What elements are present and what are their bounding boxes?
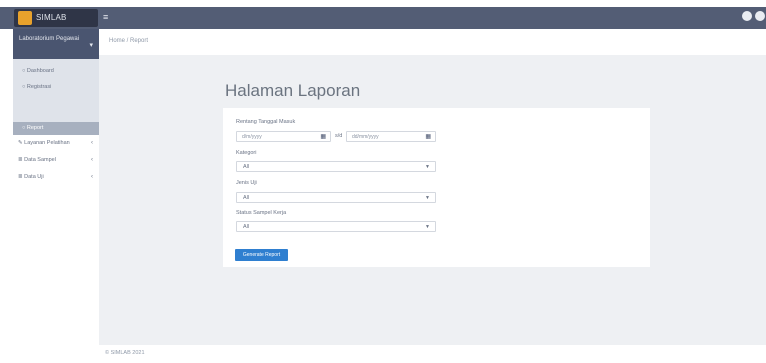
brand-logo-icon (18, 11, 32, 25)
jenis-uji-label: Jenis Uji (236, 180, 257, 186)
settings-icon[interactable] (742, 11, 752, 21)
brand[interactable]: SIMLAB (14, 9, 98, 27)
status-value: All (243, 224, 250, 230)
user-icon[interactable] (755, 11, 765, 21)
kategori-label: Kategori (236, 150, 257, 156)
calendar-icon[interactable]: ▦ (320, 133, 326, 141)
sidebar-subitem-label: Report (26, 125, 44, 131)
sidebar-item-label: Data Uji (24, 174, 44, 180)
sidebar-subitem-dashboard[interactable]: ○ Dashboard (13, 65, 99, 78)
brand-label: SIMLAB (36, 13, 67, 22)
top-navbar: SIMLAB ≡ (0, 7, 766, 29)
date-range-separator: s/d (335, 133, 343, 139)
app-root: SIMLAB ≡ Laboratorium Pegawai ▾ ○ Dashbo… (0, 0, 766, 363)
chevron-left-icon: ‹ (91, 140, 93, 146)
chevron-left-icon: ‹ (91, 157, 93, 163)
jenis-uji-select[interactable]: All ▼ (236, 192, 436, 203)
jenis-uji-value: All (243, 195, 250, 201)
kategori-select[interactable]: All ▼ (236, 161, 436, 172)
status-label: Status Sampel Kerja (236, 210, 287, 216)
footer-text: © SIMLAB 2021 (105, 350, 145, 356)
generate-report-button[interactable]: Generate Report (235, 249, 288, 261)
main-content: Home / Report Halaman Laporan Rentang Ta… (99, 29, 766, 345)
chevron-down-icon: ▼ (425, 195, 430, 201)
list-icon: ≣ (18, 157, 23, 163)
sidebar-subitem-label: Dashboard (26, 68, 54, 74)
sidebar-item-label: Layanan Pelatihan (24, 140, 70, 146)
date-range-label: Rentang Tanggal Masuk (236, 119, 296, 125)
sidebar-item-data-uji[interactable]: ≣ Data Uji ‹ (13, 170, 99, 184)
kategori-value: All (243, 164, 250, 170)
pencil-icon: ✎ (18, 140, 23, 146)
sidebar-item-layanan[interactable]: ✎ Layanan Pelatihan ‹ (13, 136, 99, 150)
date-from-placeholder: d/m/yyyy (242, 134, 262, 140)
date-to-placeholder: dd/mm/yyyy (352, 134, 379, 140)
sidebar-subitem-report[interactable]: ○ Report (13, 122, 99, 135)
sidebar: Laboratorium Pegawai ▾ ○ Dashboard ○ Reg… (13, 29, 99, 363)
chevron-down-icon: ▼ (425, 224, 430, 230)
breadcrumb-bar: Home / Report (99, 29, 766, 55)
date-from-input[interactable]: d/m/yyyy ▦ (236, 131, 331, 142)
report-filter-card: Rentang Tanggal Masuk d/m/yyyy ▦ s/d dd/… (223, 108, 650, 267)
sidebar-subitem-label: Registrasi (26, 84, 52, 90)
chevron-down-icon: ▾ (89, 42, 93, 49)
sidebar-group-label: Laboratorium Pegawai (19, 36, 80, 42)
list-icon: ≣ (18, 174, 23, 180)
calendar-icon[interactable]: ▦ (425, 133, 431, 141)
date-to-input[interactable]: dd/mm/yyyy ▦ (346, 131, 436, 142)
sidebar-group-laboratorium[interactable]: Laboratorium Pegawai ▾ (13, 29, 99, 59)
sidebar-item-data-sampel[interactable]: ≣ Data Sampel ‹ (13, 153, 99, 167)
menu-toggle-icon[interactable]: ≡ (103, 12, 111, 22)
chevron-left-icon: ‹ (91, 174, 93, 180)
sidebar-subitem-registrasi[interactable]: ○ Registrasi (13, 81, 99, 94)
sidebar-item-label: Data Sampel (24, 157, 56, 163)
breadcrumb[interactable]: Home / Report (109, 38, 148, 44)
page-title: Halaman Laporan (225, 81, 361, 100)
status-select[interactable]: All ▼ (236, 221, 436, 232)
chevron-down-icon: ▼ (425, 164, 430, 170)
sidebar-submenu: ○ Dashboard ○ Registrasi ○ Report (13, 59, 99, 135)
